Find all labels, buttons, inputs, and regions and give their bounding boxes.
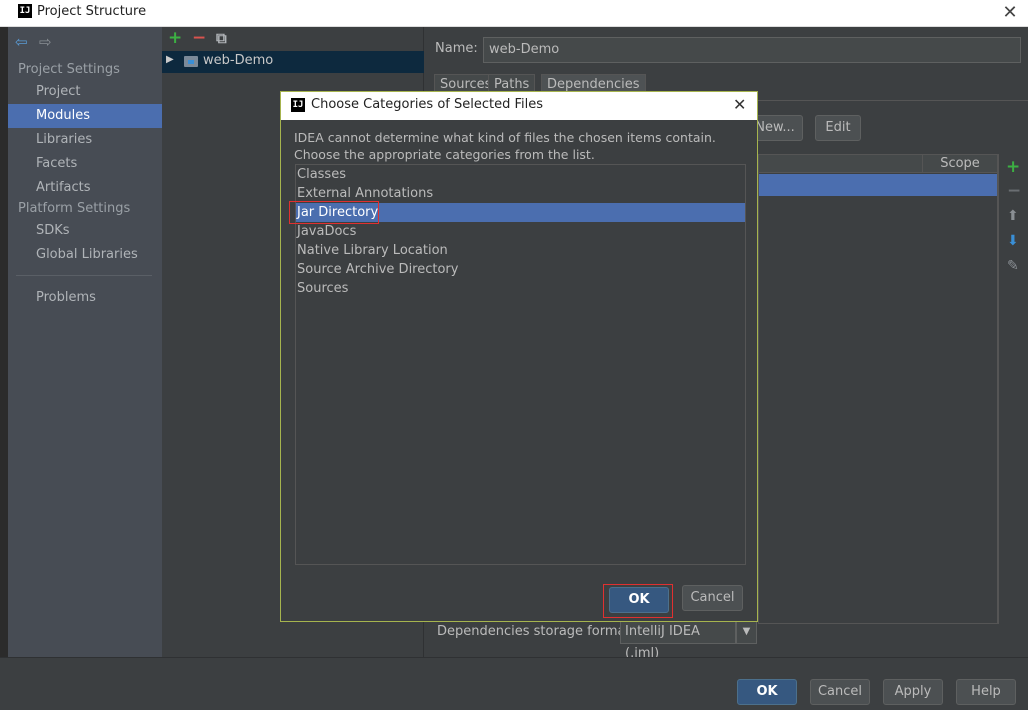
- window-title: Project Structure: [37, 4, 147, 19]
- sidebar-item-facets[interactable]: Facets: [8, 152, 162, 176]
- edit-button[interactable]: Edit: [815, 115, 861, 141]
- list-item-source-archive-directory[interactable]: Source Archive Directory: [296, 260, 745, 279]
- move-down-icon[interactable]: ⬇: [1007, 233, 1019, 249]
- list-item-sources[interactable]: Sources: [296, 279, 745, 298]
- sidebar-item-project[interactable]: Project: [8, 80, 162, 104]
- ok-button[interactable]: OK: [737, 679, 797, 705]
- dialog-message-line1: IDEA cannot determine what kind of files…: [294, 130, 716, 145]
- project-settings-header: Project Settings: [18, 62, 120, 77]
- dependencies-table: Scope: [758, 154, 998, 624]
- dialog-logo-icon: IJ: [291, 98, 305, 112]
- dependencies-side-toolbar: + − ⬆ ⬇ ✎: [998, 154, 1028, 624]
- list-item-native-library-location[interactable]: Native Library Location: [296, 241, 745, 260]
- forward-arrow-icon[interactable]: ⇨: [39, 33, 52, 51]
- back-arrow-icon[interactable]: ⇦: [15, 33, 28, 51]
- storage-format-label: Dependencies storage format:: [437, 624, 635, 639]
- tree-node-web-demo[interactable]: ▶ web-Demo: [162, 51, 424, 73]
- list-item-classes[interactable]: Classes: [296, 165, 745, 184]
- storage-format-dropdown-icon[interactable]: ▼: [736, 620, 757, 644]
- dialog-title: Choose Categories of Selected Files: [311, 97, 544, 112]
- storage-format-value[interactable]: IntelliJ IDEA (.iml): [620, 620, 736, 661]
- dialog-cancel-button[interactable]: Cancel: [682, 585, 743, 611]
- expand-arrow-icon[interactable]: ▶: [166, 54, 174, 65]
- sidebar: ⇦ ⇨ Project Settings Project Modules Lib…: [8, 27, 162, 657]
- dialog-message-line2: Choose the appropriate categories from t…: [294, 147, 595, 162]
- dialog-title-bar: IJ Choose Categories of Selected Files ✕: [281, 92, 757, 120]
- add-module-icon[interactable]: +: [168, 28, 182, 48]
- remove-dependency-icon[interactable]: −: [1007, 181, 1021, 201]
- scope-column-header: Scope: [922, 155, 997, 173]
- choose-categories-dialog: IJ Choose Categories of Selected Files ✕…: [280, 91, 758, 622]
- apply-button[interactable]: Apply: [883, 679, 943, 705]
- module-folder-badge-icon: [188, 60, 194, 64]
- name-label: Name:: [435, 41, 478, 56]
- tree-node-label: web-Demo: [203, 53, 274, 68]
- copy-module-icon[interactable]: ⧉: [216, 29, 227, 47]
- jar-directory-highlight: [289, 201, 379, 224]
- sidebar-divider: [16, 275, 152, 276]
- module-name-field[interactable]: web-Demo: [483, 37, 1021, 63]
- background-window-strip: [0, 27, 8, 710]
- sidebar-item-global-libraries[interactable]: Global Libraries: [8, 243, 162, 267]
- sidebar-item-artifacts[interactable]: Artifacts: [8, 176, 162, 200]
- sidebar-item-sdks[interactable]: SDKs: [8, 219, 162, 243]
- footer-bar: OK Cancel Apply Help: [0, 657, 1028, 710]
- platform-settings-header: Platform Settings: [18, 201, 131, 216]
- window-close-button[interactable]: ✕: [1000, 2, 1020, 23]
- title-bar: IJ Project Structure ✕: [0, 0, 1028, 27]
- list-item-javadocs[interactable]: JavaDocs: [296, 222, 745, 241]
- selected-dependency-row[interactable]: [759, 174, 997, 196]
- sidebar-item-problems[interactable]: Problems: [8, 286, 162, 310]
- dialog-close-button[interactable]: ✕: [733, 95, 746, 114]
- help-button[interactable]: Help: [956, 679, 1016, 705]
- ok-button-highlight: [603, 584, 673, 618]
- cancel-button[interactable]: Cancel: [810, 679, 870, 705]
- intellij-logo-icon: IJ: [18, 4, 32, 18]
- dependencies-table-header: Scope: [759, 155, 997, 173]
- add-dependency-icon[interactable]: +: [1006, 157, 1020, 177]
- categories-list: Classes External Annotations Jar Directo…: [289, 164, 746, 565]
- sidebar-item-libraries[interactable]: Libraries: [8, 128, 162, 152]
- sidebar-item-modules[interactable]: Modules: [8, 104, 162, 128]
- move-up-icon[interactable]: ⬆: [1007, 208, 1019, 224]
- edit-dependency-icon[interactable]: ✎: [1007, 258, 1019, 274]
- remove-module-icon[interactable]: −: [192, 28, 206, 48]
